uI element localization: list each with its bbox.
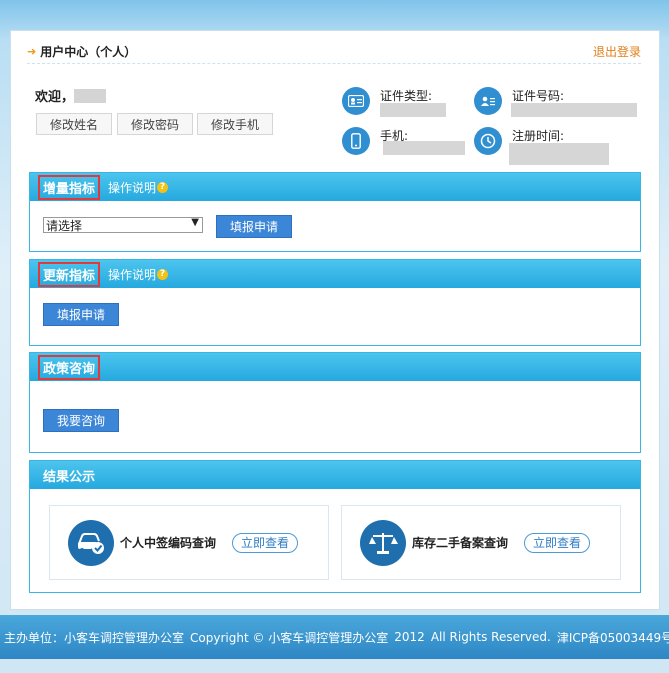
id-type-label: 证件类型:: [380, 89, 433, 103]
id-number-value-masked: [511, 103, 637, 117]
id-number-label: 证件号码:: [512, 89, 565, 103]
footer-copyright: Copyright © 小客车调控管理办公室: [190, 630, 389, 645]
phone-icon: [342, 127, 370, 155]
update-quota-panel: 更新指标 操作说明 ? 填报申请: [29, 259, 641, 346]
update-help-link[interactable]: 操作说明 ?: [108, 266, 169, 283]
edit-password-button[interactable]: 修改密码: [117, 113, 193, 135]
policy-consult-title: 政策咨询: [38, 354, 101, 380]
increase-quota-header: 增量指标 操作说明 ?: [30, 173, 640, 201]
edit-phone-button[interactable]: 修改手机: [197, 113, 273, 135]
used-car-card: 库存二手备案查询 立即查看: [341, 505, 621, 580]
consult-button[interactable]: 我要咨询: [43, 409, 119, 432]
lottery-code-view-button[interactable]: 立即查看: [232, 532, 299, 553]
welcome-label: 欢迎，: [35, 90, 75, 105]
arrow-right-icon: ➜: [27, 44, 37, 58]
user-center-frame: ➜ 用户中心（个人） 退出登录 欢迎， 修改姓名 修改密码 修改手机 证件类型:…: [10, 30, 660, 610]
results-panel: 结果公示 个人中签编码查询 立即查看 库存二手备案查询 立即查看: [29, 460, 641, 593]
update-apply-button[interactable]: 填报申请: [43, 303, 119, 326]
clock-icon: [474, 127, 502, 155]
used-car-view-button[interactable]: 立即查看: [524, 532, 591, 553]
increase-apply-button[interactable]: 填报申请: [216, 215, 292, 238]
logout-link[interactable]: 退出登录: [593, 43, 641, 60]
update-quota-title: 更新指标: [38, 261, 101, 287]
scale-icon: [360, 519, 406, 566]
lottery-code-label: 个人中签编码查询: [120, 536, 217, 550]
car-check-icon: [68, 519, 114, 566]
results-header: 结果公示: [30, 461, 640, 489]
page-title: ➜ 用户中心（个人）: [27, 43, 136, 60]
chevron-down-icon: ▼: [191, 217, 199, 228]
quota-select-value: 请选择: [46, 218, 83, 233]
phone-value-masked: [383, 141, 465, 155]
used-car-label: 库存二手备案查询: [412, 536, 509, 550]
user-name-masked: [74, 88, 107, 103]
id-card-icon: [342, 87, 370, 115]
header-divider: [27, 63, 641, 64]
increase-quota-title: 增量指标: [38, 174, 101, 200]
id-number-icon: [474, 87, 502, 115]
update-quota-header: 更新指标 操作说明 ?: [30, 260, 640, 288]
help-icon[interactable]: ?: [157, 268, 169, 280]
register-time-value-masked: [509, 143, 609, 165]
edit-name-button[interactable]: 修改姓名: [36, 113, 112, 135]
footer-rights: All Rights Reserved.: [430, 630, 551, 644]
increase-help-label[interactable]: 操作说明: [108, 179, 156, 196]
footer-organizer: 主办单位：小客车调控管理办公室: [4, 630, 185, 645]
increase-help-link[interactable]: 操作说明 ?: [108, 179, 169, 196]
policy-consult-panel: 政策咨询 我要咨询: [29, 352, 641, 453]
footer: 主办单位：小客车调控管理办公室 Copyright © 小客车调控管理办公室 2…: [0, 615, 669, 659]
footer-icp[interactable]: 津ICP备05003449号: [557, 629, 669, 646]
welcome-text: 欢迎，: [35, 86, 107, 105]
register-time-label: 注册时间:: [512, 129, 565, 143]
policy-consult-header: 政策咨询: [30, 353, 640, 381]
footer-year: 2012: [394, 630, 425, 644]
id-type-value-masked: [380, 103, 446, 117]
increase-quota-panel: 增量指标 操作说明 ? 请选择 ▼ 填报申请: [29, 172, 641, 252]
results-title: 结果公示: [43, 469, 96, 485]
lottery-code-card: 个人中签编码查询 立即查看: [49, 505, 329, 580]
quota-select[interactable]: 请选择 ▼: [43, 217, 203, 233]
update-help-label[interactable]: 操作说明: [108, 266, 156, 283]
help-icon[interactable]: ?: [157, 181, 169, 193]
page-title-text: 用户中心（个人）: [40, 44, 137, 59]
header-row: ➜ 用户中心（个人） 退出登录: [27, 41, 641, 61]
